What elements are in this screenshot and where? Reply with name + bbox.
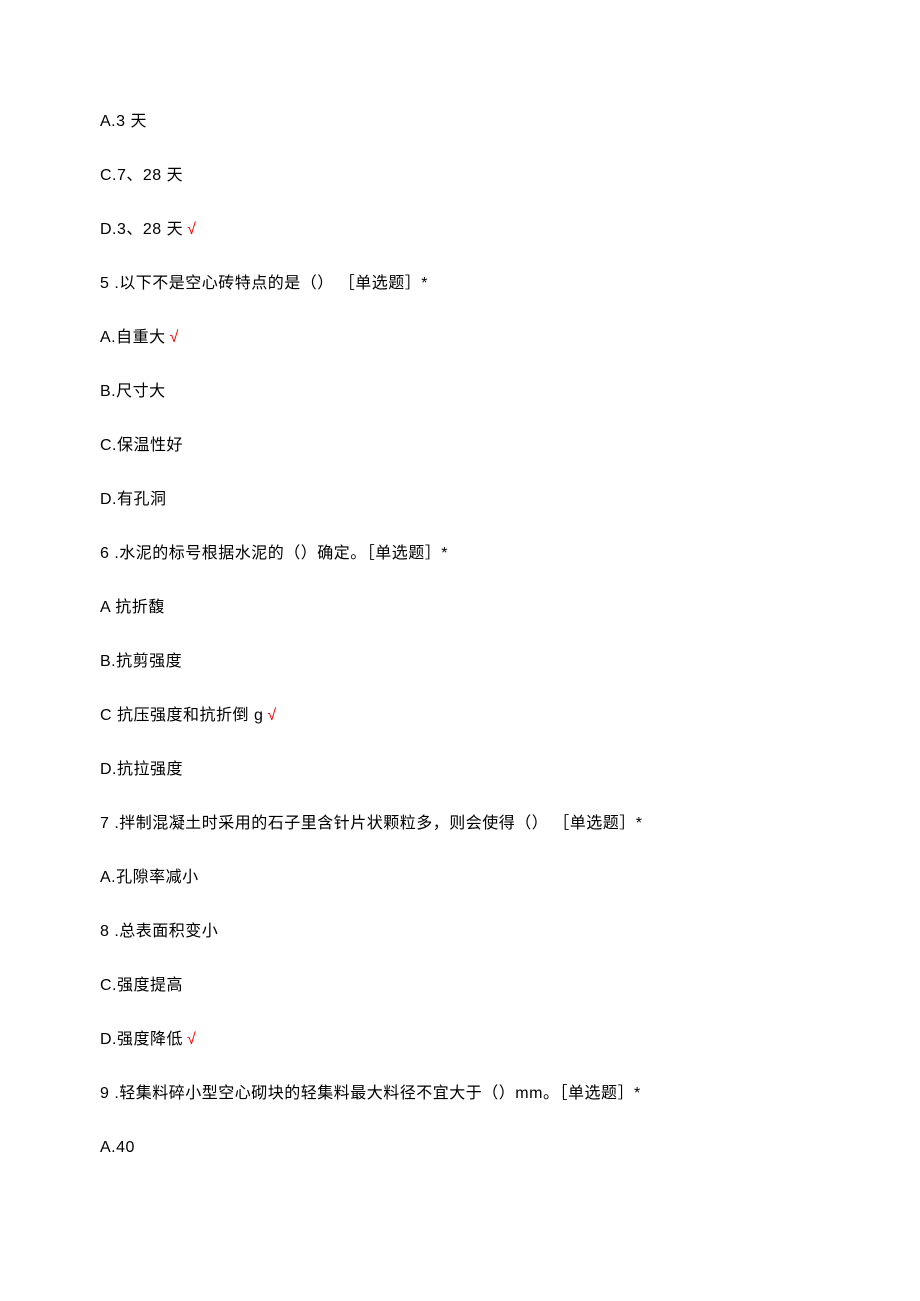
text-line: D.抗拉强度 bbox=[100, 758, 820, 782]
line-text: 7 .拌制混凝土时采用的石子里含针片状颗粒多，则会使得（） ［单选题］* bbox=[100, 815, 642, 832]
text-line: C.强度提高 bbox=[100, 974, 820, 998]
document-content: A.3 天 C.7、28 天 D.3、28 天√ 5 .以下不是空心砖特点的是（… bbox=[100, 110, 820, 1160]
checkmark-icon: √ bbox=[170, 329, 179, 346]
line-text: C.强度提高 bbox=[100, 977, 183, 994]
question-line: 6 .水泥的标号根据水泥的（）确定。［单选题］* bbox=[100, 542, 820, 566]
line-text: 8 .总表面积变小 bbox=[100, 923, 218, 940]
line-text: 5 .以下不是空心砖特点的是（） ［单选题］* bbox=[100, 275, 428, 292]
line-text: D.有孔洞 bbox=[100, 491, 167, 508]
text-line: A.孔隙率减小 bbox=[100, 866, 820, 890]
line-text: B.尺寸大 bbox=[100, 383, 166, 400]
line-text: A.孔隙率减小 bbox=[100, 869, 199, 886]
checkmark-icon: √ bbox=[187, 1031, 196, 1048]
line-text: B.抗剪强度 bbox=[100, 653, 182, 670]
checkmark-icon: √ bbox=[187, 221, 196, 238]
text-line: A.40 bbox=[100, 1136, 820, 1160]
text-line: C.7、28 天 bbox=[100, 164, 820, 188]
line-text: A.自重大 bbox=[100, 329, 166, 346]
line-text: D.强度降低 bbox=[100, 1031, 183, 1048]
text-line: C.保温性好 bbox=[100, 434, 820, 458]
text-line: B.尺寸大 bbox=[100, 380, 820, 404]
text-line: A.3 天 bbox=[100, 110, 820, 134]
text-line: A 抗折馥 bbox=[100, 596, 820, 620]
question-line: 9 .轻集料碎小型空心砌块的轻集料最大料径不宜大于（）mm。［单选题］* bbox=[100, 1082, 820, 1106]
line-text: 9 .轻集料碎小型空心砌块的轻集料最大料径不宜大于（）mm。［单选题］* bbox=[100, 1085, 641, 1102]
line-text: C 抗压强度和抗折倒 g bbox=[100, 707, 263, 724]
question-line: 7 .拌制混凝土时采用的石子里含针片状颗粒多，则会使得（） ［单选题］* bbox=[100, 812, 820, 836]
text-line: B.抗剪强度 bbox=[100, 650, 820, 674]
text-line: D.有孔洞 bbox=[100, 488, 820, 512]
line-text: C.7、28 天 bbox=[100, 167, 183, 184]
text-line: 8 .总表面积变小 bbox=[100, 920, 820, 944]
line-text: D.3、28 天 bbox=[100, 221, 183, 238]
text-line: A.自重大√ bbox=[100, 326, 820, 350]
checkmark-icon: √ bbox=[267, 707, 276, 724]
question-line: 5 .以下不是空心砖特点的是（） ［单选题］* bbox=[100, 272, 820, 296]
line-text: A 抗折馥 bbox=[100, 599, 165, 616]
text-line: D.3、28 天√ bbox=[100, 218, 820, 242]
text-line: C 抗压强度和抗折倒 g√ bbox=[100, 704, 820, 728]
text-line: D.强度降低√ bbox=[100, 1028, 820, 1052]
line-text: C.保温性好 bbox=[100, 437, 183, 454]
line-text: A.3 天 bbox=[100, 113, 147, 130]
line-text: A.40 bbox=[100, 1139, 135, 1156]
line-text: 6 .水泥的标号根据水泥的（）确定。［单选题］* bbox=[100, 545, 448, 562]
line-text: D.抗拉强度 bbox=[100, 761, 183, 778]
